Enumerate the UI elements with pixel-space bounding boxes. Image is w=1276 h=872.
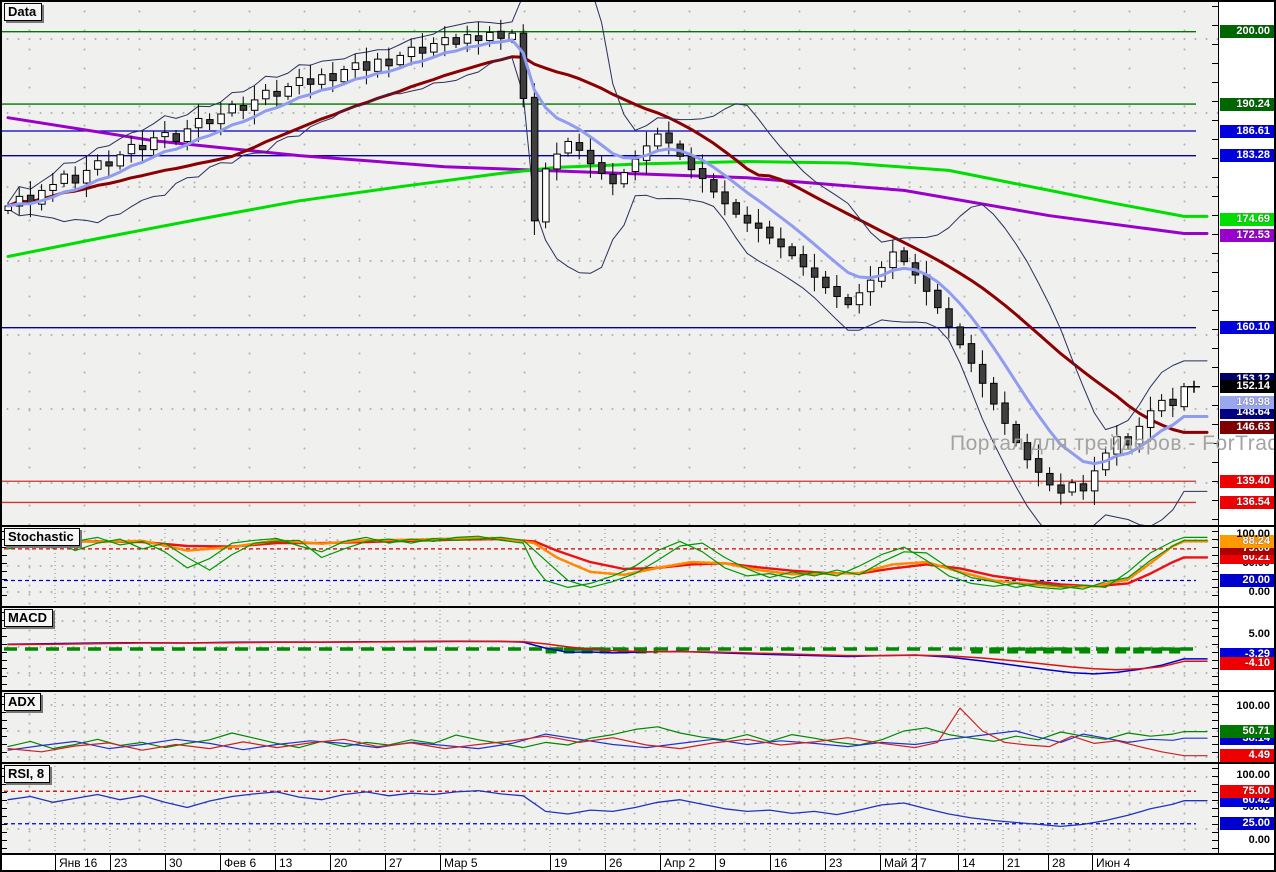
rsi-panel-tab[interactable]: RSI, 8 bbox=[4, 765, 51, 783]
rsi-panel-title: RSI, 8 bbox=[8, 766, 45, 781]
date-tick bbox=[385, 855, 386, 870]
adx-panel-title: ADX bbox=[8, 694, 36, 709]
trading-chart-window: Data Stochastic MACD ADX RSI, 8 200.00 19… bbox=[0, 0, 1276, 872]
date-tick bbox=[330, 855, 331, 870]
date-tick bbox=[825, 855, 826, 870]
stochastic-panel-title: Stochastic bbox=[8, 529, 74, 544]
date-tick bbox=[880, 855, 881, 870]
macd-panel-title: MACD bbox=[8, 610, 47, 625]
date-tick bbox=[958, 855, 959, 870]
date-tick bbox=[715, 855, 716, 870]
price-panel-title: Data bbox=[8, 4, 37, 19]
date-label: 19 bbox=[554, 856, 568, 870]
date-tick bbox=[605, 855, 606, 870]
price-axis-gutter bbox=[1219, 2, 1274, 853]
date-label: Июн 4 bbox=[1096, 856, 1131, 870]
macd-chart bbox=[4, 610, 1208, 688]
date-tick bbox=[916, 855, 917, 870]
frame-top bbox=[0, 0, 1276, 2]
date-label: 13 bbox=[279, 856, 293, 870]
date-tick bbox=[660, 855, 661, 870]
date-label: 14 bbox=[962, 856, 976, 870]
watermark: Портал для трейдеров - ForTrader.ru bbox=[950, 432, 1276, 455]
date-axis: Янв 16 23 30 Фев 6 13 20 27 Мар 5 19 26 Апр 2 9 16 23… bbox=[0, 855, 1276, 870]
frame-left bbox=[0, 0, 2, 872]
date-label: 23 bbox=[829, 856, 843, 870]
panel-separator bbox=[0, 762, 1276, 764]
date-tick bbox=[550, 855, 551, 870]
panel-separator bbox=[0, 606, 1276, 608]
date-tick bbox=[440, 855, 441, 870]
date-tick bbox=[1003, 855, 1004, 870]
date-label: 28 bbox=[1052, 856, 1066, 870]
date-label: Фев 6 bbox=[224, 856, 257, 870]
panel-separator bbox=[0, 525, 1276, 527]
macd-panel[interactable]: MACD bbox=[2, 608, 1218, 690]
date-label: 30 bbox=[169, 856, 183, 870]
date-tick bbox=[1048, 855, 1049, 870]
adx-panel[interactable]: ADX bbox=[2, 692, 1218, 762]
date-label: Мар 5 bbox=[444, 856, 478, 870]
date-label: 26 bbox=[609, 856, 623, 870]
date-tick bbox=[55, 855, 56, 870]
macd-panel-tab[interactable]: MACD bbox=[4, 609, 53, 627]
panel-separator bbox=[0, 690, 1276, 692]
date-label: 23 bbox=[114, 856, 128, 870]
price-panel-tab[interactable]: Data bbox=[4, 3, 43, 21]
date-tick bbox=[275, 855, 276, 870]
stochastic-panel-tab[interactable]: Stochastic bbox=[4, 528, 80, 546]
adx-panel-tab[interactable]: ADX bbox=[4, 693, 42, 711]
date-label: 27 bbox=[389, 856, 403, 870]
date-label: 7 bbox=[920, 856, 927, 870]
rsi-chart bbox=[4, 766, 1208, 851]
date-label: Апр 2 bbox=[664, 856, 696, 870]
rsi-panel[interactable]: RSI, 8 bbox=[2, 764, 1218, 853]
date-tick bbox=[1092, 855, 1093, 870]
adx-chart bbox=[7, 694, 1208, 760]
stochastic-chart bbox=[4, 529, 1209, 604]
date-label: Май 2 bbox=[884, 856, 918, 870]
date-label: Янв 16 bbox=[59, 856, 98, 870]
date-label: 9 bbox=[719, 856, 726, 870]
date-tick bbox=[165, 855, 166, 870]
date-tick bbox=[110, 855, 111, 870]
date-label: 16 bbox=[774, 856, 788, 870]
date-tick bbox=[770, 855, 771, 870]
date-label: 20 bbox=[334, 856, 348, 870]
stochastic-panel[interactable]: Stochastic bbox=[2, 527, 1218, 606]
axis-line bbox=[1218, 2, 1219, 853]
date-tick bbox=[220, 855, 221, 870]
date-label: 21 bbox=[1007, 856, 1021, 870]
